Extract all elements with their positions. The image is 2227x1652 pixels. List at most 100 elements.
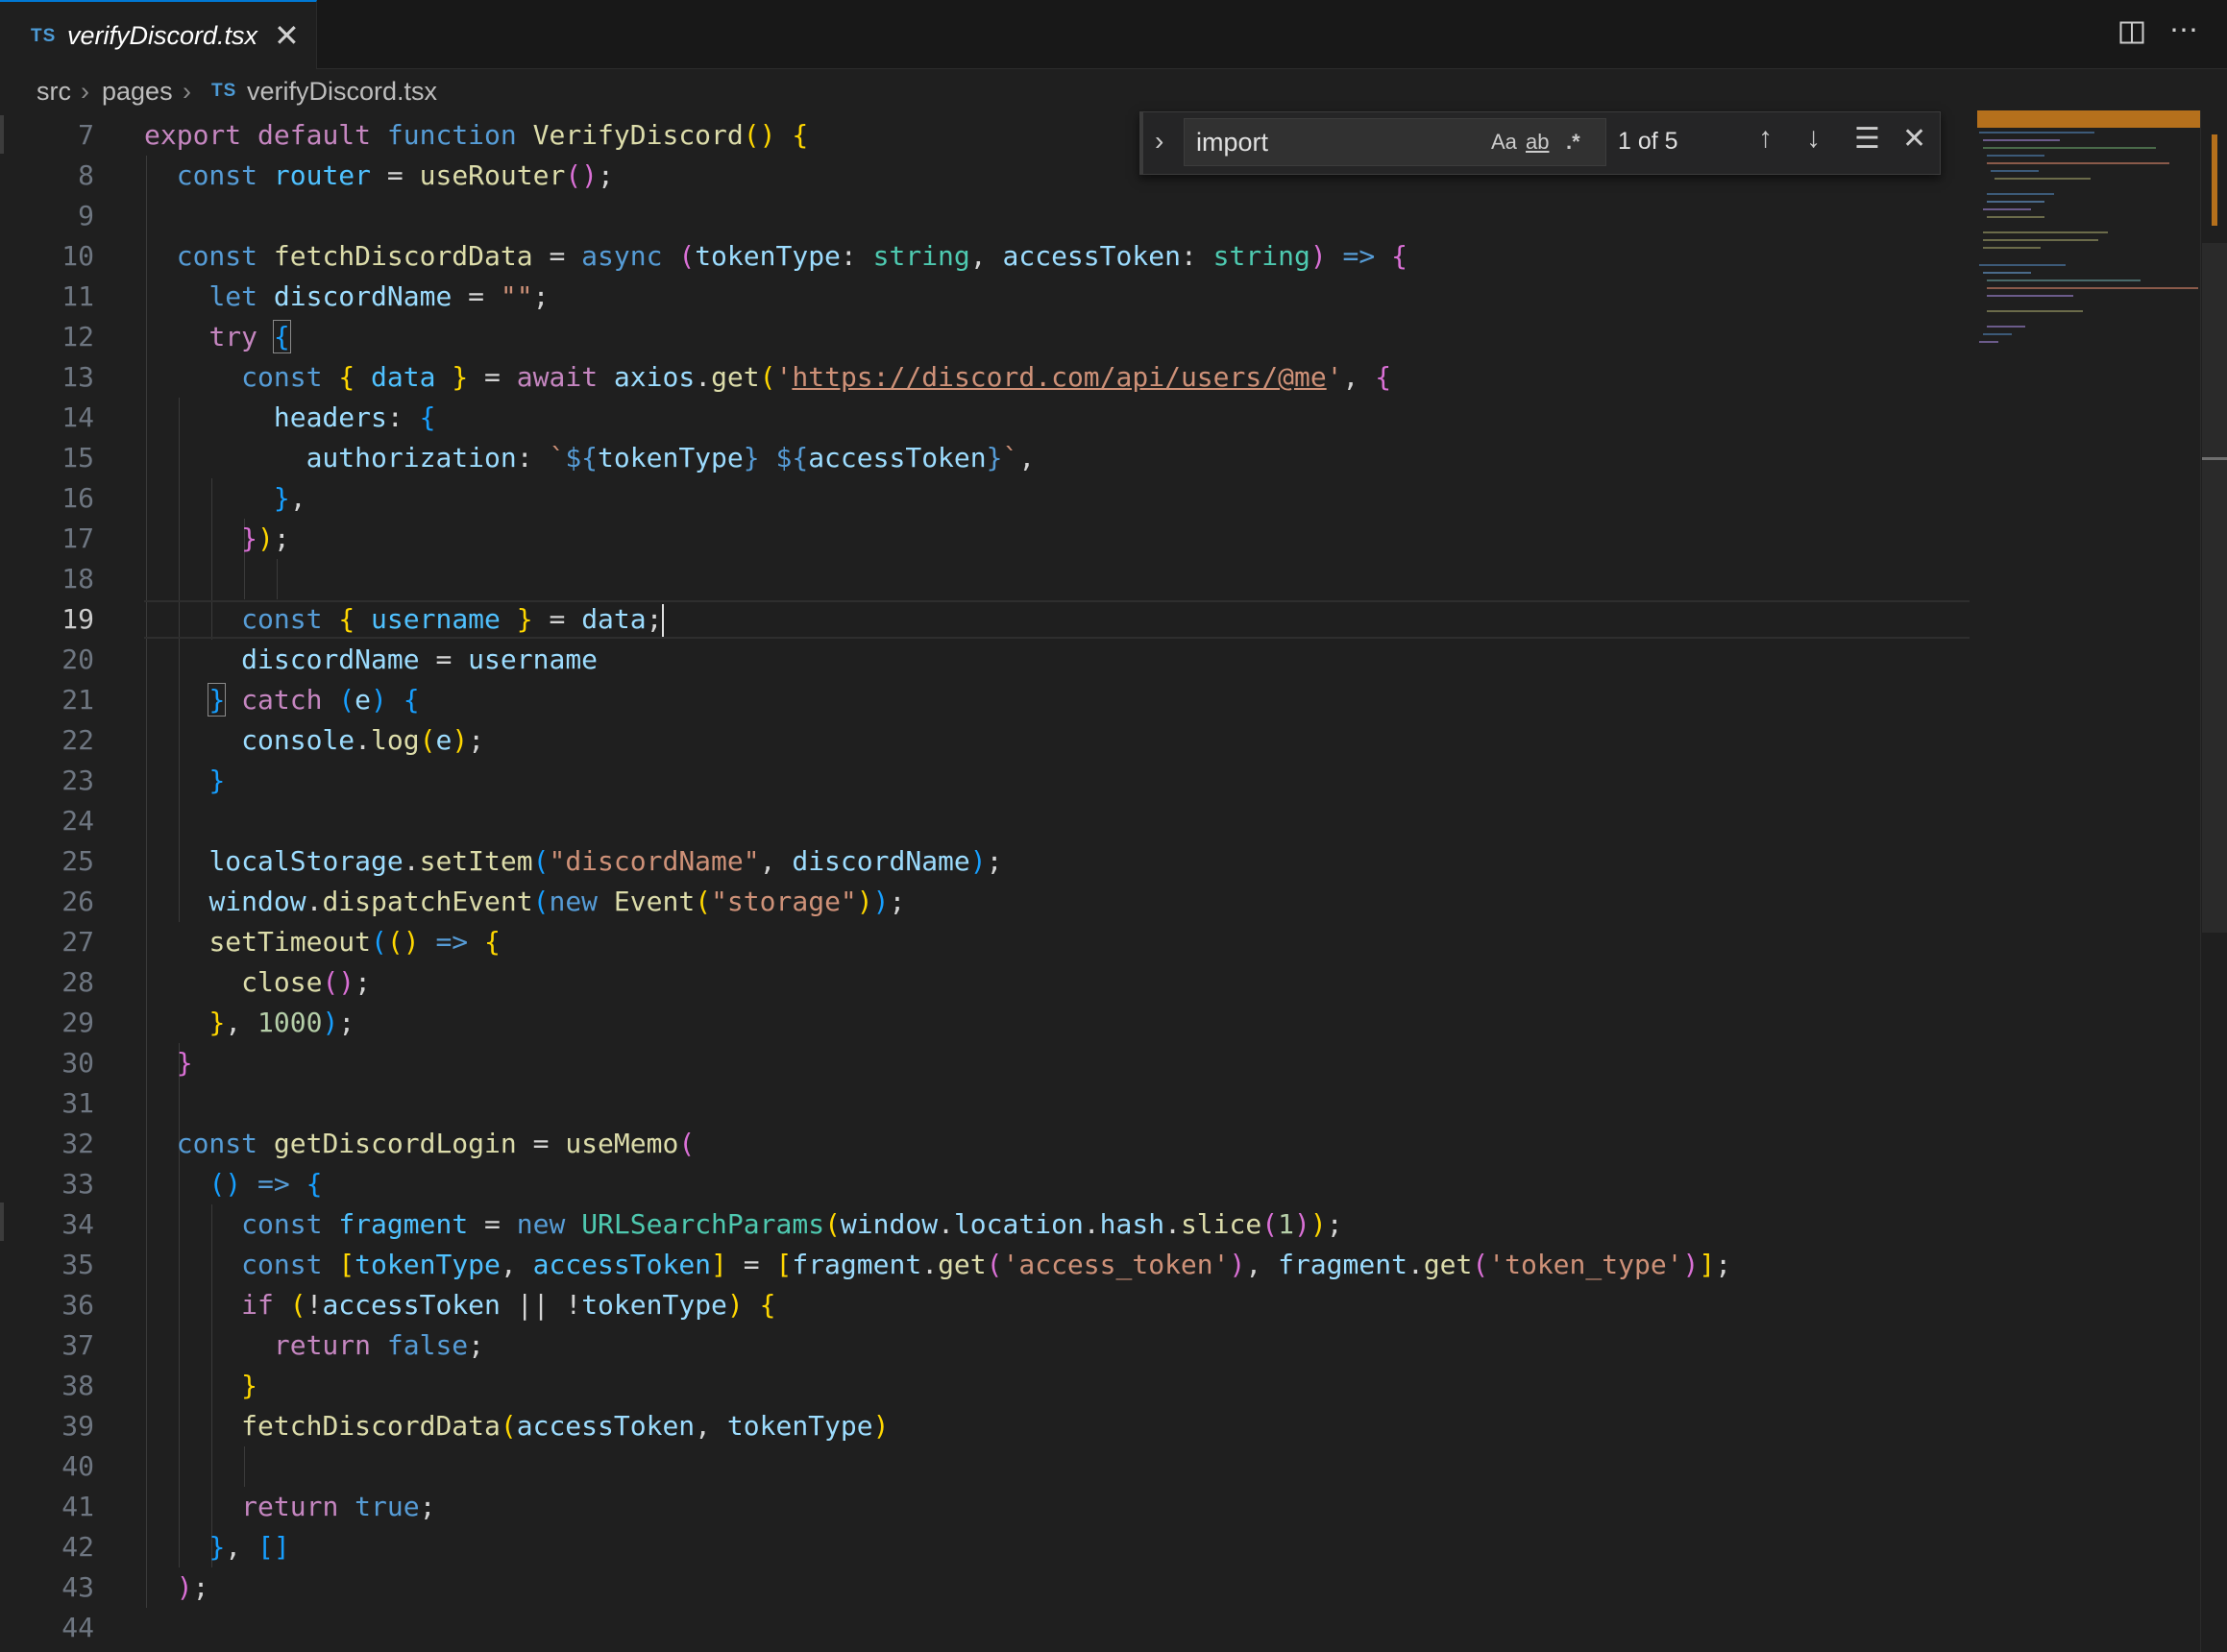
- toggle-replace-chevron-icon[interactable]: ›: [1155, 126, 1163, 157]
- breadcrumb: src › pages › TS verifyDiscord.tsx: [0, 69, 2227, 115]
- find-in-selection-icon[interactable]: ☰: [1854, 122, 1880, 156]
- typescript-file-icon: TS: [31, 26, 57, 46]
- line-number: 25: [61, 845, 94, 877]
- minimap-line: [1983, 272, 2031, 274]
- line-number: 37: [61, 1329, 94, 1361]
- chevron-right-icon: ›: [183, 77, 191, 106]
- code-line: 20 discordName = username: [0, 640, 1970, 680]
- code-line: 17 });: [0, 519, 1970, 559]
- minimap-line: [1979, 132, 2094, 134]
- line-number: 33: [61, 1168, 94, 1200]
- line-number: 35: [61, 1249, 94, 1280]
- code-text: const fragment = new URLSearchParams(win…: [241, 1208, 1343, 1240]
- code-line: 42 }, []: [0, 1527, 1970, 1567]
- code-text: return false;: [273, 1329, 485, 1361]
- scrollbar-thumb[interactable]: [2202, 243, 2227, 933]
- code-line: 44: [0, 1608, 1970, 1648]
- regex-icon[interactable]: .*: [1566, 130, 1580, 155]
- code-line: 34 const fragment = new URLSearchParams(…: [0, 1204, 1970, 1245]
- line-number: 24: [61, 805, 94, 837]
- tab-verify-discord[interactable]: TS verifyDiscord.tsx ✕: [0, 0, 317, 69]
- line-number: 26: [61, 886, 94, 917]
- code-line: 29 }, 1000);: [0, 1003, 1970, 1043]
- minimap-line: [1983, 231, 2108, 233]
- code-text: if (!accessToken || !tokenType) {: [241, 1289, 776, 1321]
- code-text: }, 1000);: [208, 1007, 355, 1038]
- code-line: 13 const { data } = await axios.get('htt…: [0, 357, 1970, 398]
- code-line: 36 if (!accessToken || !tokenType) {: [0, 1285, 1970, 1325]
- minimap-line: [1979, 341, 1998, 343]
- more-actions-icon[interactable]: ⋯: [2169, 13, 2200, 47]
- line-number: 12: [61, 321, 94, 352]
- line-number: 23: [61, 765, 94, 796]
- next-match-icon[interactable]: ↓: [1806, 122, 1821, 155]
- code-line: 40: [0, 1446, 1970, 1487]
- code-line: 27 setTimeout(() => {: [0, 922, 1970, 962]
- line-number: 8: [78, 159, 94, 191]
- minimap-line: [1987, 295, 2073, 297]
- code-text: } catch (e) {: [208, 683, 420, 717]
- line-number: 40: [61, 1450, 94, 1482]
- line-number: 10: [61, 240, 94, 272]
- line-number: 38: [61, 1370, 94, 1401]
- line-number: 11: [61, 280, 94, 312]
- code-text: const [tokenType, accessToken] = [fragme…: [241, 1249, 1732, 1280]
- line-number: 34: [61, 1208, 94, 1240]
- minimap[interactable]: [1970, 110, 2200, 1652]
- line-number: 30: [61, 1047, 94, 1079]
- minimap-line: [1983, 333, 2012, 335]
- minimap-line: [1991, 170, 2039, 172]
- find-widget: › Aa ab .* 1 of 5 ↑ ↓ ☰ ✕: [1139, 111, 1941, 175]
- code-text: headers: {: [273, 401, 436, 433]
- minimap-line: [1987, 216, 2044, 218]
- breadcrumb-item-file[interactable]: verifyDiscord.tsx: [247, 77, 437, 107]
- text-cursor: [662, 604, 665, 637]
- line-number: 19: [61, 603, 94, 635]
- minimap-line: [1987, 201, 2044, 203]
- code-text: export default function VerifyDiscord() …: [144, 119, 809, 151]
- code-line: 9: [0, 196, 1970, 236]
- code-text: discordName = username: [241, 644, 599, 675]
- line-number: 17: [61, 522, 94, 554]
- code-line: 33 () => {: [0, 1164, 1970, 1204]
- line-number: 13: [61, 361, 94, 393]
- breadcrumb-item-pages[interactable]: pages: [102, 77, 173, 107]
- code-text: }: [208, 765, 226, 796]
- code-line: 18: [0, 559, 1970, 599]
- code-line: 19 const { username } = data;: [0, 599, 1970, 640]
- code-line: 31: [0, 1083, 1970, 1124]
- code-line: 21 } catch (e) {: [0, 680, 1970, 720]
- close-icon[interactable]: ✕: [1902, 122, 1926, 156]
- split-editor-icon[interactable]: [2119, 21, 2144, 44]
- tab-filename: verifyDiscord.tsx: [67, 21, 258, 50]
- code-text: close();: [241, 966, 372, 998]
- match-whole-word-icon[interactable]: ab: [1526, 130, 1549, 155]
- minimap-line: [1987, 155, 2044, 157]
- code-line: 43 );: [0, 1567, 1970, 1608]
- scrollbar-find-marker: [2212, 134, 2217, 226]
- code-text: });: [241, 522, 290, 554]
- minimap-line: [1987, 287, 2198, 289]
- line-number: 36: [61, 1289, 94, 1321]
- line-number: 32: [61, 1128, 94, 1159]
- minimap-line: [1987, 310, 2083, 312]
- code-text: const { username } = data;: [241, 603, 665, 637]
- find-result-count: 1 of 5: [1618, 128, 1678, 155]
- minimap-line: [1983, 139, 2060, 141]
- match-case-icon[interactable]: Aa: [1491, 130, 1517, 155]
- close-icon[interactable]: ✕: [274, 17, 300, 54]
- typescript-file-icon: TS: [211, 81, 237, 101]
- code-line: 41 return true;: [0, 1487, 1970, 1527]
- line-number: 14: [61, 401, 94, 433]
- minimap-line: [1983, 247, 2041, 249]
- breadcrumb-item-src[interactable]: src: [37, 77, 71, 107]
- code-text: fetchDiscordData(accessToken, tokenType): [241, 1410, 890, 1442]
- code-line: 24: [0, 801, 1970, 841]
- code-line: 22 console.log(e);: [0, 720, 1970, 761]
- previous-match-icon[interactable]: ↑: [1758, 122, 1773, 155]
- minimap-line: [1983, 239, 2098, 241]
- minimap-line: [1987, 326, 2025, 328]
- minimap-line: [1979, 264, 2066, 266]
- code-editor[interactable]: 7 export default function VerifyDiscord()…: [0, 115, 1970, 1652]
- editor-tab-bar: TS verifyDiscord.tsx ✕ ⋯: [0, 0, 2227, 69]
